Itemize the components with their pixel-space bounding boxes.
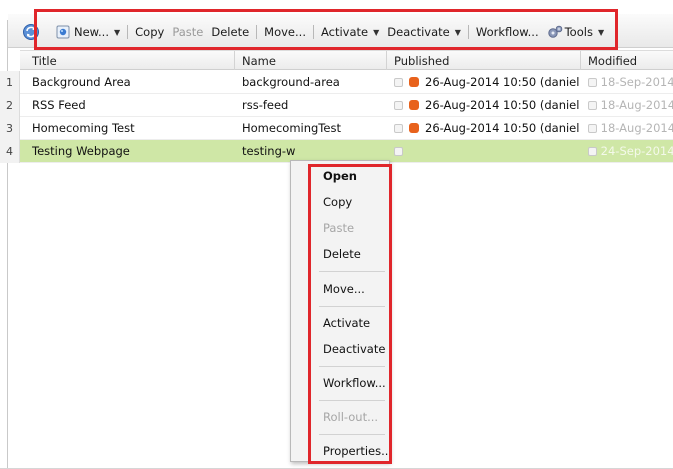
- row-number: 3: [0, 117, 20, 140]
- row-title: Homecoming Test: [32, 121, 135, 135]
- row-name: rss-feed: [242, 98, 289, 112]
- row-number: 1: [0, 71, 20, 94]
- published-status-icon: [409, 77, 419, 87]
- published-checkbox[interactable]: [394, 124, 403, 133]
- row-published-cell: 26-Aug-2014 10:50 (daniela: [394, 117, 580, 140]
- modified-checkbox[interactable]: [588, 78, 597, 87]
- published-checkbox[interactable]: [394, 147, 403, 156]
- row-name: testing-w: [242, 144, 296, 158]
- row-published: 26-Aug-2014 10:50 (daniela: [425, 75, 580, 89]
- table-row[interactable]: 1 Background Area background-area 26-Aug…: [0, 71, 673, 94]
- row-modified: 18-Sep-2014 (: [600, 75, 673, 89]
- row-title: Background Area: [32, 75, 131, 89]
- row-published: 26-Aug-2014 10:50 (daniela: [425, 98, 580, 112]
- row-published-cell: 26-Aug-2014 10:50 (daniela: [394, 71, 580, 94]
- published-checkbox[interactable]: [394, 78, 403, 87]
- column-header-name[interactable]: Name: [242, 54, 276, 68]
- table-row[interactable]: 2 RSS Feed rss-feed 26-Aug-2014 10:50 (d…: [0, 94, 673, 117]
- row-published-cell: 26-Aug-2014 10:50 (daniela: [394, 94, 580, 117]
- row-name: HomecomingTest: [242, 121, 341, 135]
- modified-checkbox[interactable]: [588, 101, 597, 110]
- context-menu-highlight-box: [308, 164, 392, 464]
- app-frame: New... ▼ Copy Paste Delete Move... Activ…: [0, 0, 673, 469]
- modified-checkbox[interactable]: [588, 147, 597, 156]
- row-modified-cell: 18-Aug-2014: [588, 117, 673, 140]
- column-divider: [234, 51, 235, 70]
- row-modified-cell: 18-Sep-2014 (: [588, 71, 673, 94]
- published-status-icon: [409, 100, 419, 110]
- row-name: background-area: [242, 75, 340, 89]
- column-header-published[interactable]: Published: [394, 54, 449, 68]
- modified-checkbox[interactable]: [588, 124, 597, 133]
- toolbar-highlight-box: [34, 9, 618, 50]
- row-published-cell: [394, 140, 403, 163]
- row-number: 2: [0, 94, 20, 117]
- published-checkbox[interactable]: [394, 101, 403, 110]
- row-number: 4: [0, 140, 20, 163]
- published-status-icon: [409, 123, 419, 133]
- column-divider: [580, 51, 581, 70]
- row-title: RSS Feed: [32, 98, 86, 112]
- grid-header: Title Name Published Modified: [20, 50, 673, 70]
- row-modified: 18-Aug-2014: [600, 121, 673, 135]
- row-title: Testing Webpage: [32, 144, 130, 158]
- column-divider: [386, 51, 387, 70]
- row-published: 26-Aug-2014 10:50 (daniela: [425, 121, 580, 135]
- row-modified: 24-Sep-2014: [600, 144, 673, 158]
- row-modified: 18-Aug-2014: [600, 98, 673, 112]
- row-modified-cell: 24-Sep-2014: [588, 140, 673, 163]
- column-header-title[interactable]: Title: [32, 54, 57, 68]
- table-row[interactable]: 3 Homecoming Test HomecomingTest 26-Aug-…: [0, 117, 673, 140]
- row-modified-cell: 18-Aug-2014: [588, 94, 673, 117]
- column-header-modified[interactable]: Modified: [588, 54, 637, 68]
